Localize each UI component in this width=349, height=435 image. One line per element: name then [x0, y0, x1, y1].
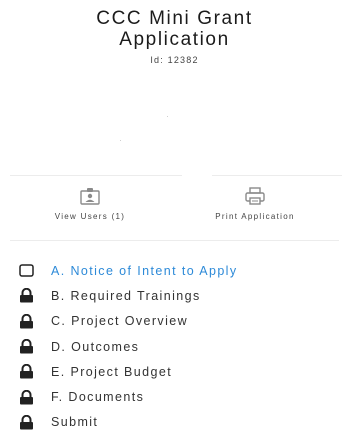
divider-right [212, 175, 342, 176]
users-card-icon [15, 186, 165, 208]
step-label: A. Notice of Intent to Apply [51, 263, 238, 278]
application-steps-list: A. Notice of Intent to Apply B. Required… [18, 258, 238, 435]
step-project-budget[interactable]: E. Project Budget [18, 359, 238, 384]
step-outcomes[interactable]: D. Outcomes [18, 334, 238, 359]
step-submit[interactable]: Submit [18, 410, 238, 435]
step-project-overview[interactable]: C. Project Overview [18, 309, 238, 334]
lock-icon [18, 389, 34, 405]
view-users-button[interactable]: View Users (1) [15, 186, 165, 221]
step-required-trainings[interactable]: B. Required Trainings [18, 283, 238, 308]
decorative-dot [167, 116, 168, 117]
lock-icon [18, 288, 34, 304]
section-divider [10, 240, 339, 241]
application-id: Id: 12382 [150, 55, 199, 65]
lock-icon [18, 313, 34, 329]
step-label: Submit [51, 415, 99, 430]
step-label: C. Project Overview [51, 314, 189, 329]
lock-icon [18, 364, 34, 380]
printer-icon [180, 186, 330, 208]
print-application-button[interactable]: Print Application [180, 186, 330, 221]
lock-icon [18, 414, 34, 430]
divider-left [10, 175, 182, 176]
empty-checkbox-icon [18, 263, 34, 279]
step-label: F. Documents [51, 390, 145, 405]
step-notice-of-intent[interactable]: A. Notice of Intent to Apply [18, 258, 238, 283]
step-label: D. Outcomes [51, 339, 140, 354]
page-title-line-2: Application [119, 29, 230, 50]
page-title-line-1: CCC Mini Grant [96, 8, 253, 29]
step-label: E. Project Budget [51, 364, 173, 379]
page-title: CCC Mini Grant Application [0, 8, 349, 50]
lock-icon [18, 339, 34, 355]
print-application-label: Print Application [215, 212, 295, 221]
decorative-dot [120, 140, 121, 141]
view-users-label: View Users (1) [54, 212, 126, 221]
step-label: B. Required Trainings [51, 288, 201, 303]
step-documents[interactable]: F. Documents [18, 384, 238, 409]
